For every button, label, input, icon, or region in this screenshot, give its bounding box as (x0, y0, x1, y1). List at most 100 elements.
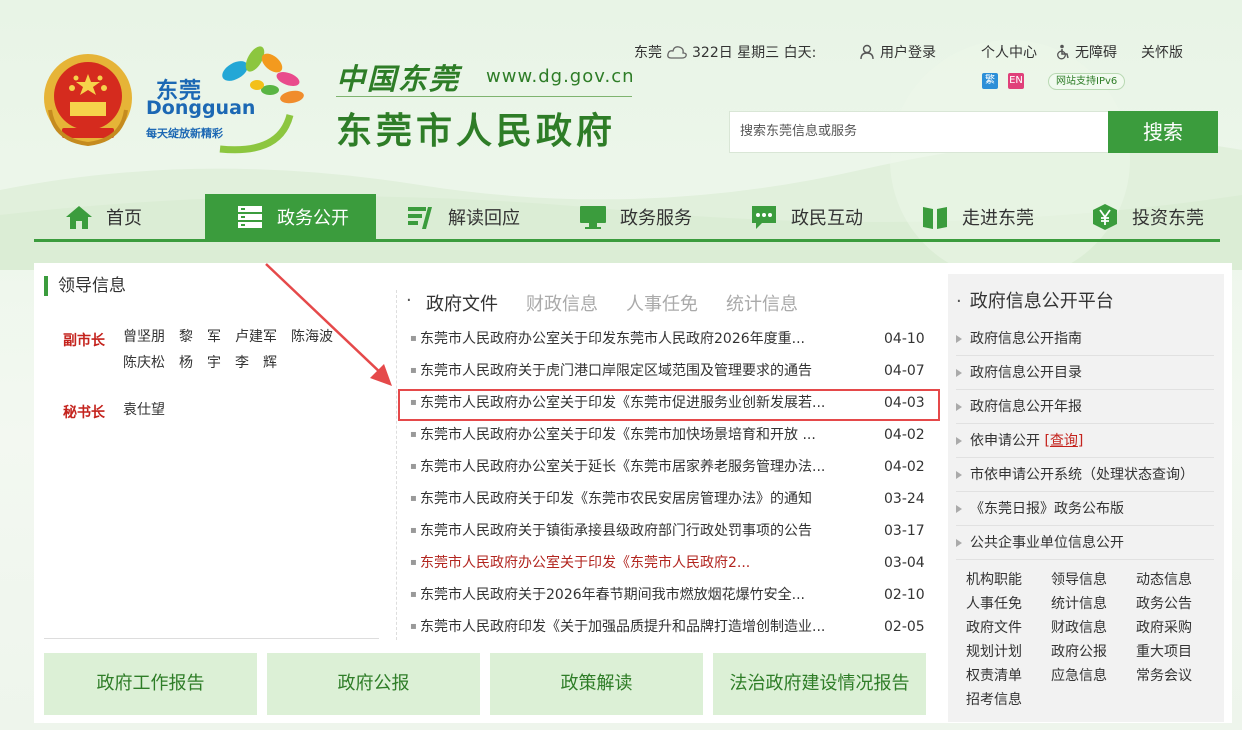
bullet: ▪ (410, 493, 417, 504)
platform-link[interactable]: 政府信息公开年报 (956, 390, 1214, 424)
yen-icon (1093, 203, 1117, 230)
nav-home[interactable]: 首页 (64, 194, 142, 239)
news-date: 04-02 (884, 427, 925, 443)
wheelchair-icon (1057, 44, 1069, 60)
nav-about[interactable]: 走进东莞 (920, 194, 1034, 239)
title-divider (336, 96, 632, 97)
platform-link[interactable]: 《东莞日报》政务公布版 (956, 492, 1214, 526)
highlight-annotation-box (398, 389, 940, 421)
policy-interpret-button[interactable]: 政策解读 (490, 653, 703, 715)
bullet: ▪ (410, 557, 417, 568)
rule-of-law-report-button[interactable]: 法治政府建设情况报告 (713, 653, 926, 715)
category-link[interactable]: 政府公报 (1051, 640, 1136, 664)
news-date: 02-10 (884, 587, 925, 603)
nav-interpret[interactable]: 解读回应 (406, 194, 520, 239)
leader-name[interactable]: 陈庆松 (123, 355, 165, 371)
news-item[interactable]: ▪ 东莞市人民政府办公室关于印发《东莞市加快场景培育和开放 ... 04-02 (410, 424, 930, 456)
news-title[interactable]: 东莞市人民政府办公室关于印发《东莞市加快场景培育和开放 ... (420, 424, 860, 446)
platform-link-label: 《东莞日报》政务公布版 (970, 500, 1124, 517)
category-link[interactable]: 政务公告 (1136, 592, 1218, 616)
triangle-bullet-icon (956, 504, 962, 513)
user-icon (860, 44, 874, 60)
news-title[interactable]: 东莞市人民政府关于2026年春节期间我市燃放烟花爆竹安全... (420, 584, 860, 606)
news-title[interactable]: 东莞市人民政府关于印发《东莞市农民安居房管理办法》的通知 (420, 488, 860, 510)
nav-services[interactable]: 政务服务 (578, 194, 692, 239)
news-item[interactable]: ▪ 东莞市人民政府关于镇街承接县级政府部门行政处罚事项的公告 03-17 (410, 520, 930, 552)
tab-gov-documents[interactable]: 政府文件 (410, 290, 498, 316)
national-emblem-icon (44, 54, 132, 147)
category-link[interactable]: 招考信息 (966, 688, 1051, 712)
category-link[interactable]: 权责清单 (966, 664, 1051, 688)
gov-work-report-button[interactable]: 政府工作报告 (44, 653, 257, 715)
leader-name[interactable]: 黎 军 (179, 329, 221, 345)
category-link[interactable]: 政府采购 (1136, 616, 1218, 640)
leader-name[interactable]: 卢建军 (235, 329, 277, 345)
leader-name[interactable]: 陈海波 (291, 329, 333, 345)
personal-center-link[interactable]: 个人中心 (981, 42, 1037, 62)
tab-bullet: · (406, 290, 412, 311)
news-item[interactable]: ▪ 东莞市人民政府印发《关于加强品质提升和品牌打造增创制造业... 02-05 (410, 616, 930, 648)
news-title[interactable]: 东莞市人民政府关于镇街承接县级政府部门行政处罚事项的公告 (420, 520, 860, 542)
tab-statistics[interactable]: 统计信息 (726, 290, 798, 316)
platform-link[interactable]: 公共企事业单位信息公开 (956, 526, 1214, 560)
secretary-general-label: 秘书长 (63, 405, 105, 421)
bullet: ▪ (410, 429, 417, 440)
category-link[interactable]: 规划计划 (966, 640, 1051, 664)
weather-text: 322日 星期三 白天: (692, 45, 817, 61)
news-date: 04-02 (884, 459, 925, 475)
book-icon (923, 206, 947, 229)
search-button[interactable]: 搜索 (1108, 111, 1218, 153)
category-link[interactable]: 机构职能 (966, 568, 1051, 592)
dongguan-logo[interactable]: 东莞 Dongguan 每天绽放新精彩 (140, 45, 330, 155)
category-link[interactable]: 动态信息 (1136, 568, 1218, 592)
leader-name[interactable]: 杨 宇 (179, 355, 221, 371)
leader-name[interactable]: 李 辉 (235, 355, 277, 371)
news-title[interactable]: 东莞市人民政府办公室关于印发东莞市人民政府2026年度重... (420, 328, 860, 350)
main-nav: 首页 政务公开 解读回应 政务服务 政民互动 走进东莞 投资东莞 (34, 194, 1220, 242)
weather-info: 东莞 322日 星期三 白天: (634, 42, 816, 62)
accessibility-link[interactable]: 无障碍 (1055, 42, 1117, 62)
triangle-bullet-icon (956, 436, 962, 445)
search-input[interactable]: 搜索东莞信息或服务 (729, 111, 1109, 153)
login-link[interactable]: 用户登录 (858, 42, 936, 62)
news-item[interactable]: ▪ 东莞市人民政府关于虎门港口岸限定区域范围及管理要求的通告 04-07 (410, 360, 930, 392)
traditional-chinese-button[interactable]: 繁 (982, 73, 998, 89)
category-link[interactable]: 统计信息 (1051, 592, 1136, 616)
category-link[interactable]: 政府文件 (966, 616, 1051, 640)
news-item[interactable]: ▪ 东莞市人民政府办公室关于印发《东莞市人民政府2... 03-04 (410, 552, 930, 584)
category-link[interactable]: 应急信息 (1051, 664, 1136, 688)
nav-invest-label: 投资东莞 (1132, 207, 1204, 229)
bullet: ▪ (410, 621, 417, 632)
platform-link[interactable]: 依申请公开 [查询] (956, 424, 1214, 458)
query-link[interactable]: 查询 (1050, 426, 1078, 456)
tab-personnel[interactable]: 人事任免 (626, 290, 698, 316)
care-version-link[interactable]: 关怀版 (1141, 42, 1183, 62)
gov-gazette-button[interactable]: 政府公报 (267, 653, 480, 715)
category-link[interactable]: 人事任免 (966, 592, 1051, 616)
category-link[interactable]: 常务会议 (1136, 664, 1218, 688)
leader-name[interactable]: 袁仕望 (123, 402, 165, 418)
platform-link[interactable]: 市依申请公开系统（处理状态查询） (956, 458, 1214, 492)
nav-gov-affairs[interactable]: 政务公开 (205, 194, 376, 239)
site-title[interactable]: 东莞市人民政府 (336, 102, 616, 154)
category-link[interactable]: 财政信息 (1051, 616, 1136, 640)
news-title[interactable]: 东莞市人民政府办公室关于延长《东莞市居家养老服务管理办法... (420, 456, 860, 478)
news-item[interactable]: ▪ 东莞市人民政府办公室关于印发东莞市人民政府2026年度重... 04-10 (410, 328, 930, 360)
category-link[interactable]: 重大项目 (1136, 640, 1218, 664)
nav-interaction[interactable]: 政民互动 (749, 194, 863, 239)
english-button[interactable]: EN (1008, 73, 1024, 89)
login-label: 用户登录 (880, 45, 936, 61)
category-link[interactable]: 领导信息 (1051, 568, 1136, 592)
platform-link-label: 公共企事业单位信息公开 (970, 534, 1124, 551)
nav-invest[interactable]: 投资东莞 (1090, 194, 1204, 239)
tab-finance-info[interactable]: 财政信息 (526, 290, 598, 316)
news-title[interactable]: 东莞市人民政府印发《关于加强品质提升和品牌打造增创制造业... (420, 616, 860, 638)
news-item[interactable]: ▪ 东莞市人民政府办公室关于延长《东莞市居家养老服务管理办法... 04-02 (410, 456, 930, 488)
news-title[interactable]: 东莞市人民政府办公室关于印发《东莞市人民政府2... (420, 552, 860, 574)
news-item[interactable]: ▪ 东莞市人民政府关于2026年春节期间我市燃放烟花爆竹安全... 02-10 (410, 584, 930, 616)
platform-link[interactable]: 政府信息公开目录 (956, 356, 1214, 390)
platform-link[interactable]: 政府信息公开指南 (956, 322, 1214, 356)
news-item[interactable]: ▪ 东莞市人民政府关于印发《东莞市农民安居房管理办法》的通知 03-24 (410, 488, 930, 520)
leader-name[interactable]: 曾坚朋 (123, 329, 165, 345)
news-title[interactable]: 东莞市人民政府关于虎门港口岸限定区域范围及管理要求的通告 (420, 360, 860, 382)
